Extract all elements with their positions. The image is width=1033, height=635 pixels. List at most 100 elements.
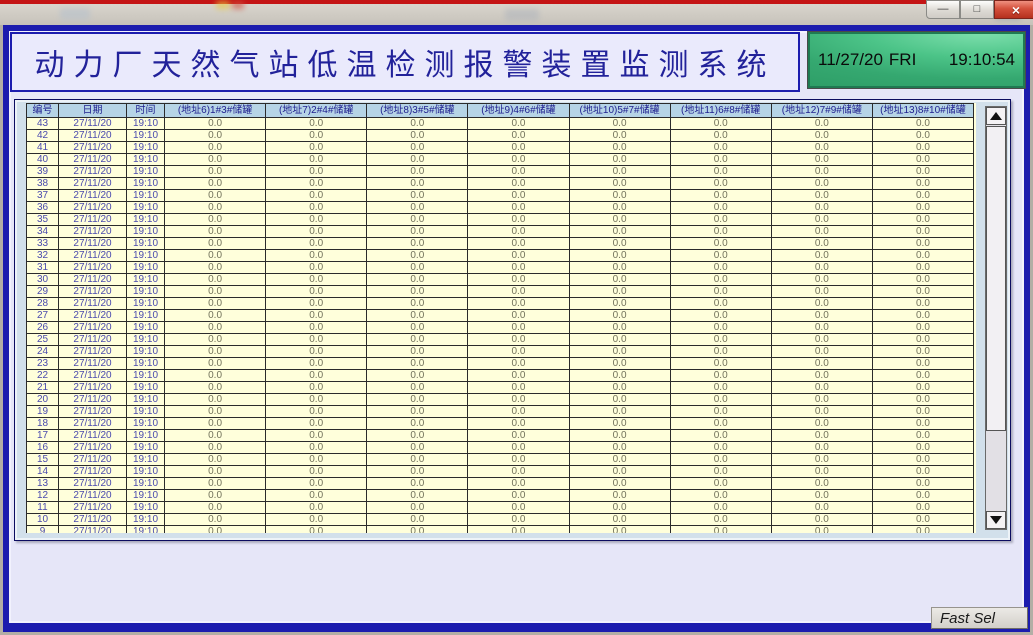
- cell-meta: 19:10: [127, 298, 165, 310]
- cell-value: 0.0: [771, 418, 872, 430]
- cell-value: 0.0: [367, 322, 468, 334]
- cell-value: 0.0: [670, 466, 771, 478]
- cell-meta: 15: [27, 454, 59, 466]
- column-header: (地址11)6#8#储罐: [670, 104, 771, 118]
- cell-value: 0.0: [670, 346, 771, 358]
- cell-value: 0.0: [367, 490, 468, 502]
- title-banner: 动力厂天然气站低温检测报警装置监测系统: [10, 32, 800, 92]
- table-row: 2627/11/2019:100.00.00.00.00.00.00.00.0: [27, 322, 974, 334]
- cell-meta: 10: [27, 514, 59, 526]
- cell-value: 0.0: [165, 490, 266, 502]
- cell-value: 0.0: [569, 202, 670, 214]
- cell-meta: 19:10: [127, 250, 165, 262]
- vertical-scrollbar[interactable]: [985, 106, 1007, 530]
- cell-value: 0.0: [468, 382, 569, 394]
- cell-value: 0.0: [569, 310, 670, 322]
- cell-meta: 19:10: [127, 526, 165, 534]
- cell-value: 0.0: [872, 502, 973, 514]
- cell-meta: 19:10: [127, 454, 165, 466]
- cell-value: 0.0: [165, 418, 266, 430]
- cell-value: 0.0: [367, 130, 468, 142]
- table-row: 2427/11/2019:100.00.00.00.00.00.00.00.0: [27, 346, 974, 358]
- time-text: 19:10:54: [949, 50, 1015, 70]
- cell-value: 0.0: [670, 334, 771, 346]
- table-row: 1627/11/2019:100.00.00.00.00.00.00.00.0: [27, 442, 974, 454]
- cell-value: 0.0: [872, 214, 973, 226]
- cell-value: 0.0: [367, 430, 468, 442]
- cell-value: 0.0: [266, 262, 367, 274]
- cell-value: 0.0: [569, 166, 670, 178]
- cell-value: 0.0: [872, 238, 973, 250]
- cell-meta: 19:10: [127, 382, 165, 394]
- column-header: (地址7)2#4#储罐: [266, 104, 367, 118]
- cell-value: 0.0: [670, 214, 771, 226]
- cell-value: 0.0: [670, 154, 771, 166]
- scrollbar-thumb[interactable]: [986, 126, 1006, 431]
- cell-meta: 39: [27, 166, 59, 178]
- cell-value: 0.0: [468, 394, 569, 406]
- cell-value: 0.0: [670, 526, 771, 534]
- cell-value: 0.0: [468, 118, 569, 130]
- cell-value: 0.0: [367, 178, 468, 190]
- cell-value: 0.0: [468, 262, 569, 274]
- cell-meta: 26: [27, 322, 59, 334]
- cell-value: 0.0: [266, 346, 367, 358]
- table-row: 4127/11/2019:100.00.00.00.00.00.00.00.0: [27, 142, 974, 154]
- maximize-button[interactable]: □: [960, 0, 994, 19]
- table-row: 4327/11/2019:100.00.00.00.00.00.00.00.0: [27, 118, 974, 130]
- cell-value: 0.0: [771, 526, 872, 534]
- cell-value: 0.0: [367, 250, 468, 262]
- cell-value: 0.0: [367, 190, 468, 202]
- cell-meta: 27/11/20: [59, 394, 127, 406]
- cell-value: 0.0: [165, 274, 266, 286]
- column-header: 编号: [27, 104, 59, 118]
- cell-meta: 19:10: [127, 226, 165, 238]
- cell-value: 0.0: [266, 382, 367, 394]
- cell-meta: 19:10: [127, 370, 165, 382]
- cell-value: 0.0: [569, 226, 670, 238]
- scroll-down-button[interactable]: [986, 511, 1006, 529]
- table-row: 3327/11/2019:100.00.00.00.00.00.00.00.0: [27, 238, 974, 250]
- cell-value: 0.0: [771, 274, 872, 286]
- cell-value: 0.0: [670, 514, 771, 526]
- cell-meta: 13: [27, 478, 59, 490]
- cell-value: 0.0: [266, 166, 367, 178]
- cell-value: 0.0: [266, 514, 367, 526]
- minimize-button[interactable]: —: [926, 0, 960, 19]
- cell-value: 0.0: [569, 406, 670, 418]
- cell-meta: 19:10: [127, 334, 165, 346]
- scroll-up-button[interactable]: [986, 107, 1006, 125]
- cell-value: 0.0: [468, 310, 569, 322]
- cell-meta: 31: [27, 262, 59, 274]
- cell-value: 0.0: [468, 430, 569, 442]
- cell-value: 0.0: [771, 478, 872, 490]
- cell-meta: 42: [27, 130, 59, 142]
- cell-value: 0.0: [872, 298, 973, 310]
- cell-value: 0.0: [569, 430, 670, 442]
- cell-meta: 19:10: [127, 238, 165, 250]
- cell-value: 0.0: [771, 118, 872, 130]
- cell-meta: 32: [27, 250, 59, 262]
- table-row: 3527/11/2019:100.00.00.00.00.00.00.00.0: [27, 214, 974, 226]
- cell-value: 0.0: [468, 418, 569, 430]
- cell-value: 0.0: [569, 238, 670, 250]
- close-button[interactable]: ×: [994, 0, 1033, 19]
- cell-value: 0.0: [266, 130, 367, 142]
- cell-meta: 27/11/20: [59, 442, 127, 454]
- cell-value: 0.0: [468, 190, 569, 202]
- cell-value: 0.0: [670, 442, 771, 454]
- fast-sel-button[interactable]: Fast Sel: [931, 607, 1028, 629]
- cell-value: 0.0: [367, 298, 468, 310]
- cell-value: 0.0: [771, 502, 872, 514]
- cell-meta: 19:10: [127, 262, 165, 274]
- cell-value: 0.0: [266, 502, 367, 514]
- cell-value: 0.0: [771, 346, 872, 358]
- cell-value: 0.0: [266, 238, 367, 250]
- cell-value: 0.0: [569, 274, 670, 286]
- cell-meta: 19:10: [127, 430, 165, 442]
- cell-meta: 12: [27, 490, 59, 502]
- cell-value: 0.0: [367, 214, 468, 226]
- cell-value: 0.0: [367, 358, 468, 370]
- cell-meta: 19:10: [127, 514, 165, 526]
- cell-meta: 41: [27, 142, 59, 154]
